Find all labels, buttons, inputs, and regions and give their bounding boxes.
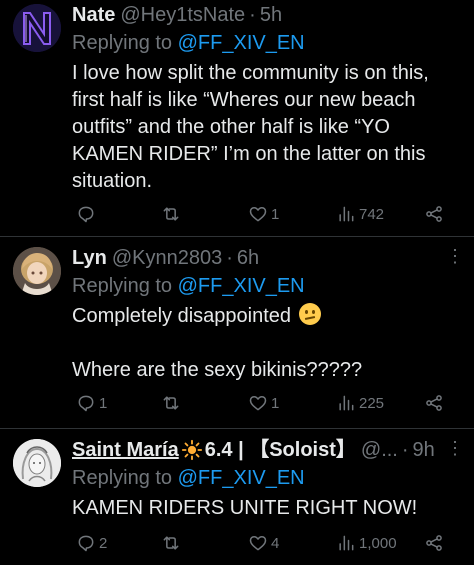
tweet-nate[interactable]: Nate @Hey1tsNate · 5h Replying to @FF_XI… xyxy=(0,0,474,236)
retweet-button[interactable] xyxy=(161,531,184,555)
disappointed-emoji-icon xyxy=(298,303,321,325)
reply-button[interactable]: 1 xyxy=(76,391,107,415)
views-count: 742 xyxy=(359,205,385,223)
tweet-header: Nate @Hey1tsNate · 5h xyxy=(72,2,464,28)
timestamp[interactable]: 5h xyxy=(260,2,282,28)
display-name-suffix[interactable]: 6.4 | 【Soloist】 xyxy=(205,437,356,463)
share-button[interactable] xyxy=(424,531,444,555)
like-icon xyxy=(249,396,267,411)
tweet-text: KAMEN RIDERS UNITE RIGHT NOW! xyxy=(72,497,418,519)
avatar-nate[interactable] xyxy=(13,4,61,52)
replying-to: Replying to @FF_XIV_EN xyxy=(72,30,464,56)
mention-link[interactable]: @FF_XIV_EN xyxy=(178,32,305,54)
views-icon xyxy=(339,206,354,222)
retweet-icon xyxy=(163,536,179,550)
share-button[interactable] xyxy=(424,391,444,415)
reply-count: 2 xyxy=(99,534,108,552)
display-name[interactable]: Lyn xyxy=(72,245,107,271)
share-icon xyxy=(426,206,442,222)
like-button[interactable]: 4 xyxy=(248,531,279,555)
like-count: 1 xyxy=(271,394,280,412)
retweet-button[interactable] xyxy=(161,391,184,415)
reply-icon xyxy=(78,535,94,552)
retweet-button[interactable] xyxy=(161,202,184,226)
like-icon xyxy=(249,207,267,222)
views-count: 225 xyxy=(359,394,385,412)
tweet-text: Completely disappointed Where are the se… xyxy=(72,303,464,384)
tweet-actions: 1 1 225 xyxy=(72,391,452,415)
retweet-icon xyxy=(163,396,179,410)
reply-button[interactable]: 2 xyxy=(76,531,107,555)
tweet-header: Lyn @Kynn2803 · 6h ⋮ xyxy=(72,245,464,271)
share-button[interactable] xyxy=(424,202,444,226)
tweet-text-line: Completely disappointed xyxy=(72,303,464,330)
user-handle[interactable]: @... xyxy=(361,437,398,463)
user-handle[interactable]: @Kynn2803 xyxy=(112,245,222,271)
avatar-saint-maria[interactable] xyxy=(13,439,61,487)
reply-icon xyxy=(78,395,94,412)
tweet-actions: 2 4 1,000 xyxy=(72,531,452,555)
like-button[interactable]: 1 xyxy=(248,391,279,415)
views-icon xyxy=(339,535,354,551)
tweet-body: Saint María 6.4 | 【Soloist】 @... · 9h ⋮ … xyxy=(72,437,464,522)
views-button[interactable]: 742 xyxy=(336,202,384,226)
timestamp[interactable]: 6h xyxy=(237,245,259,271)
replying-to: Replying to @FF_XIV_EN xyxy=(72,273,464,299)
like-count: 4 xyxy=(271,534,280,552)
more-icon[interactable]: ⋮ xyxy=(446,439,464,457)
like-button[interactable]: 1 xyxy=(248,202,279,226)
replying-to-label: Replying to xyxy=(72,467,173,489)
replying-to-label: Replying to xyxy=(72,275,173,297)
views-icon xyxy=(339,395,354,411)
views-button[interactable]: 225 xyxy=(336,391,384,415)
tweet-actions: 1 742 xyxy=(72,202,452,226)
mention-link[interactable]: @FF_XIV_EN xyxy=(178,275,305,297)
tweet-body: Nate @Hey1tsNate · 5h Replying to @FF_XI… xyxy=(72,2,464,195)
retweet-icon xyxy=(163,207,179,221)
separator-dot: · xyxy=(226,247,233,269)
timestamp[interactable]: 9h xyxy=(413,437,435,463)
avatar-n-logo xyxy=(13,4,61,52)
views-button[interactable]: 1,000 xyxy=(336,531,397,555)
separator-dot: · xyxy=(249,4,256,26)
replying-to: Replying to @FF_XIV_EN xyxy=(72,465,464,491)
tweet-header: Saint María 6.4 | 【Soloist】 @... · 9h ⋮ xyxy=(72,437,464,463)
share-icon xyxy=(426,395,442,411)
tweet-body: Lyn @Kynn2803 · 6h ⋮ Replying to @FF_XIV… xyxy=(72,245,464,384)
tweet-text-line1: Completely disappointed xyxy=(72,305,292,327)
separator-dot: · xyxy=(401,439,409,461)
tweet-text: I love how split the community is on thi… xyxy=(72,62,429,192)
avatar-sketch-portrait xyxy=(13,439,61,487)
views-count: 1,000 xyxy=(359,534,397,552)
more-icon[interactable]: ⋮ xyxy=(446,247,464,265)
tweet-saint-maria[interactable]: Saint María 6.4 | 【Soloist】 @... · 9h ⋮ … xyxy=(0,429,474,565)
avatar-anime-portrait xyxy=(13,247,61,295)
display-name[interactable]: Nate xyxy=(72,2,115,28)
replying-to-label: Replying to xyxy=(72,32,173,54)
tweet-lyn[interactable]: Lyn @Kynn2803 · 6h ⋮ Replying to @FF_XIV… xyxy=(0,237,474,428)
display-name[interactable]: Saint María xyxy=(72,437,179,463)
tweet-text-line2: Where are the sexy bikinis????? xyxy=(72,359,363,381)
sun-emoji-icon xyxy=(181,439,202,461)
mention-link[interactable]: @FF_XIV_EN xyxy=(178,467,305,489)
avatar-lyn[interactable] xyxy=(13,247,61,295)
reply-count: 1 xyxy=(99,394,108,412)
reply-button[interactable] xyxy=(76,202,99,226)
like-icon xyxy=(249,536,267,551)
like-count: 1 xyxy=(271,205,280,223)
share-icon xyxy=(426,535,442,551)
user-handle[interactable]: @Hey1tsNate xyxy=(120,2,245,28)
reply-icon xyxy=(78,206,94,223)
